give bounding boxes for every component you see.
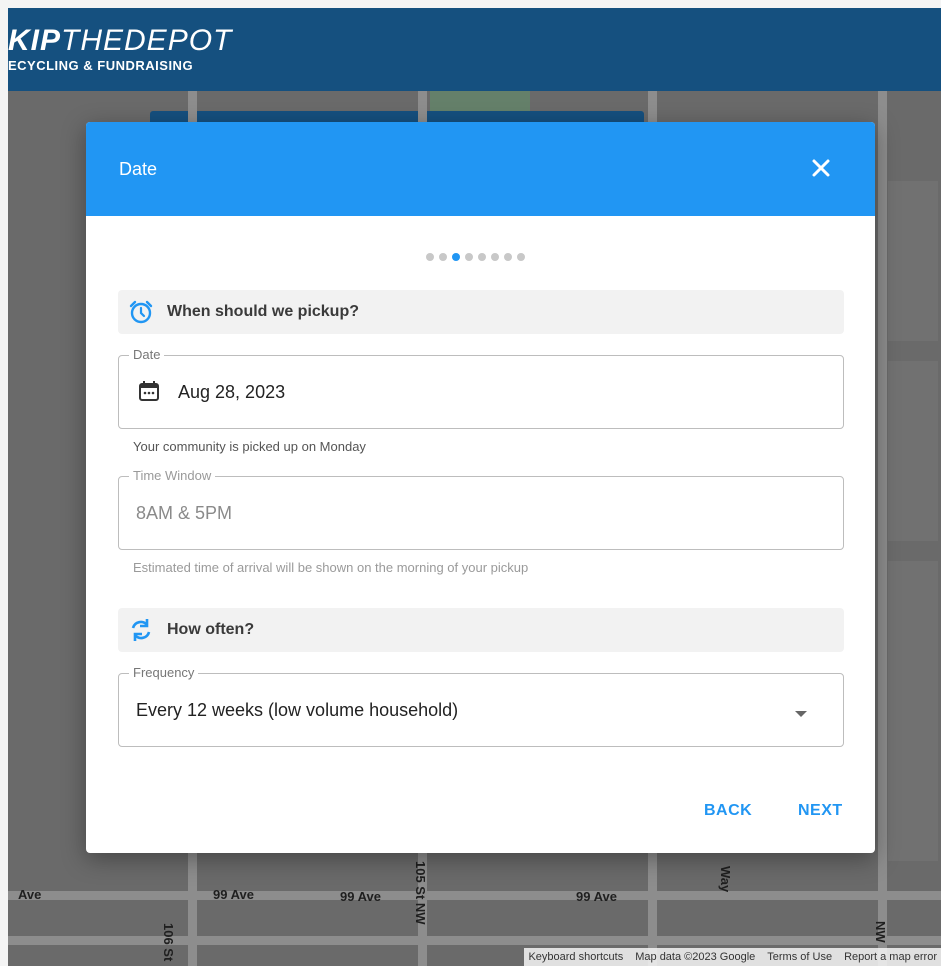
map-road xyxy=(8,891,941,900)
logo[interactable]: KIPTHEDEPOT ECYCLING & FUNDRAISING xyxy=(8,24,233,74)
frequency-section-header: How often? xyxy=(118,608,844,652)
step-dot xyxy=(426,253,434,261)
logo-tagline: ECYCLING & FUNDRAISING xyxy=(8,58,194,73)
time-window-value: 8AM & 5PM xyxy=(136,503,233,523)
next-button[interactable]: NEXT xyxy=(798,802,843,820)
time-helper-text: Estimated time of arrival will be shown … xyxy=(133,560,529,575)
step-dot xyxy=(504,253,512,261)
date-field[interactable]: Date Aug 28, 2023 xyxy=(118,347,844,429)
back-button[interactable]: BACK xyxy=(704,802,752,820)
time-window-field: Time Window 8AM & 5PM xyxy=(118,468,844,550)
step-dot xyxy=(465,253,473,261)
street-label: 106 St xyxy=(161,923,176,962)
map-block xyxy=(888,361,938,541)
frequency-value: Every 12 weeks (low volume household) xyxy=(136,700,459,720)
frequency-section-label: How often? xyxy=(167,621,255,638)
map-data-text: Map data ©2023 Google xyxy=(635,951,756,963)
pickup-section-header: When should we pickup? xyxy=(118,290,844,334)
street-label: 99 Ave xyxy=(576,889,617,904)
time-window-legend: Time Window xyxy=(129,468,216,483)
logo-bold-text: KIP xyxy=(8,24,62,57)
frequency-legend: Frequency xyxy=(129,665,199,680)
street-label: 105 St NW xyxy=(413,861,428,925)
dialog-title: Date xyxy=(119,159,158,179)
top-header: KIPTHEDEPOT ECYCLING & FUNDRAISING xyxy=(8,8,941,91)
step-indicator xyxy=(426,253,525,261)
close-icon[interactable] xyxy=(809,156,833,180)
street-label: Way xyxy=(718,866,733,893)
date-field-legend: Date xyxy=(129,347,165,362)
street-label: NW xyxy=(873,921,888,943)
street-label: Ave xyxy=(18,887,42,902)
map-block xyxy=(888,181,938,341)
logo-light-text: THEDEPOT xyxy=(61,24,233,57)
map-attribution: Keyboard shortcuts Map data ©2023 Google… xyxy=(524,948,941,966)
step-dot xyxy=(439,253,447,261)
step-dot-active xyxy=(452,253,460,261)
map-road xyxy=(878,91,887,966)
calendar-icon[interactable] xyxy=(138,380,160,407)
pickup-section-label: When should we pickup? xyxy=(167,303,359,320)
date-helper-text: Your community is picked up on Monday xyxy=(133,439,366,454)
refresh-icon xyxy=(127,616,155,644)
report-error-link[interactable]: Report a map error xyxy=(844,951,937,963)
step-dot xyxy=(491,253,499,261)
alarm-clock-icon xyxy=(127,298,155,326)
dropdown-arrow-icon[interactable] xyxy=(795,706,807,724)
terms-link[interactable]: Terms of Use xyxy=(767,951,832,963)
dialog-header: Date xyxy=(86,122,875,216)
street-label: 99 Ave xyxy=(213,887,254,902)
date-dialog: Date When should we pickup? Date Aug 28,… xyxy=(86,122,875,853)
map-block xyxy=(888,561,938,861)
date-value: Aug 28, 2023 xyxy=(178,382,286,402)
street-label: 99 Ave xyxy=(340,889,381,904)
step-dot xyxy=(478,253,486,261)
keyboard-shortcuts-link[interactable]: Keyboard shortcuts xyxy=(528,951,623,963)
step-dot xyxy=(517,253,525,261)
map-road xyxy=(8,936,941,945)
frequency-select[interactable]: Frequency Every 12 weeks (low volume hou… xyxy=(118,665,844,747)
